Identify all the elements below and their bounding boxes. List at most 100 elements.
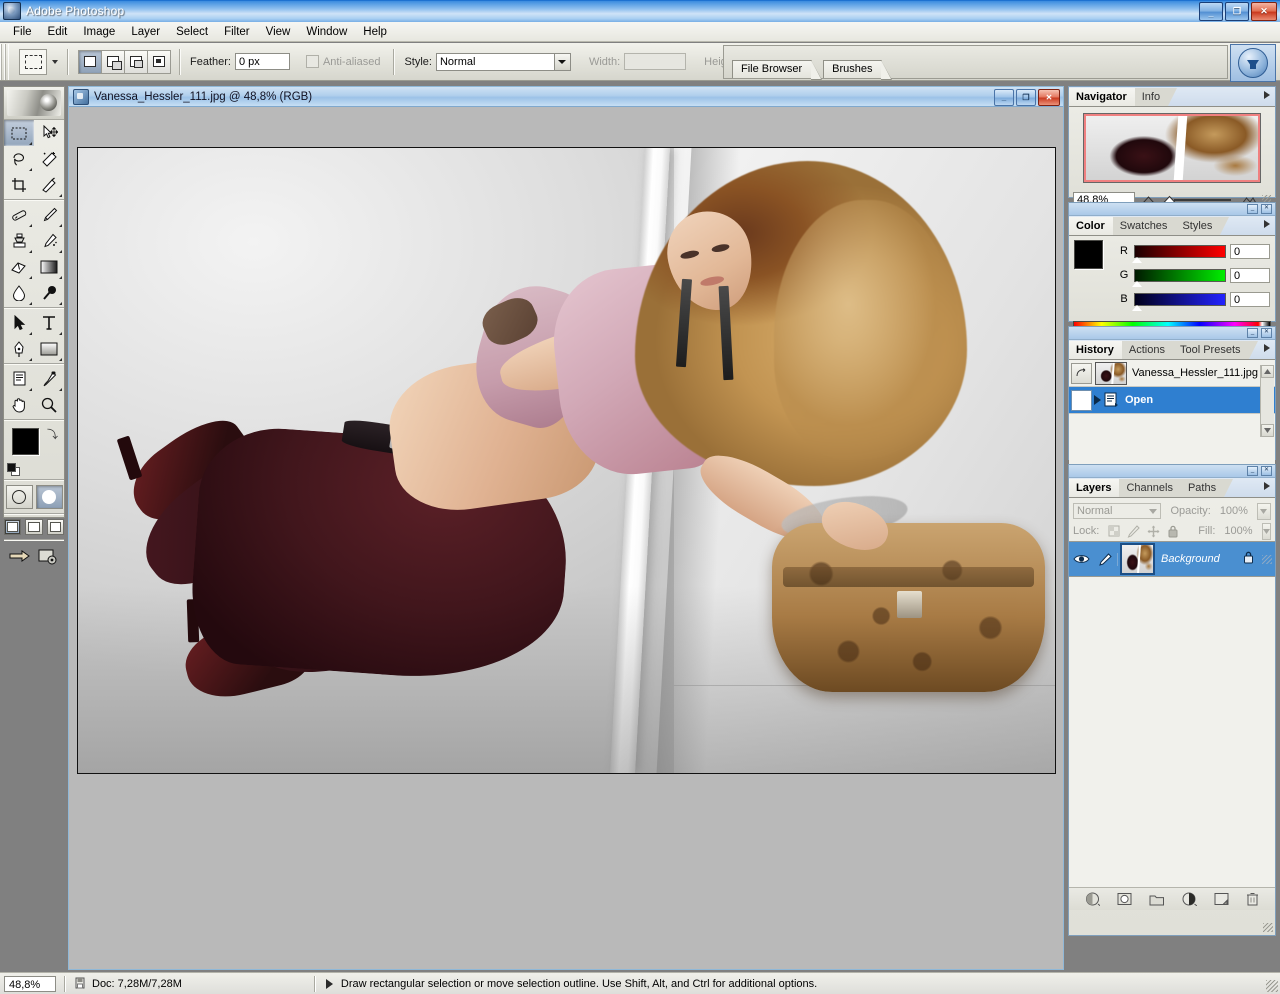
feather-input[interactable]: 0 px (234, 53, 290, 70)
new-adjustment-layer-icon[interactable] (1182, 892, 1197, 906)
tab-color[interactable]: Color (1069, 217, 1123, 236)
toolbox-header[interactable] (4, 87, 64, 120)
layer-scroll-arrow-icon[interactable] (1262, 554, 1272, 564)
status-menu-arrow-icon[interactable] (325, 978, 333, 989)
full-screen-mode-button[interactable] (46, 519, 64, 535)
fill-stepper[interactable] (1261, 522, 1271, 540)
tab-layers[interactable]: Layers (1069, 479, 1130, 498)
menu-image[interactable]: Image (75, 24, 123, 40)
green-slider[interactable] (1132, 268, 1226, 287)
red-slider[interactable] (1132, 244, 1226, 263)
opacity-value[interactable]: 100% (1220, 505, 1248, 517)
eyedropper-tool[interactable] (34, 366, 64, 392)
tab-tool-presets[interactable]: Tool Presets (1172, 341, 1259, 360)
history-brush-tool[interactable] (34, 228, 64, 254)
tab-navigator[interactable]: Navigator (1069, 88, 1145, 107)
color-close-button[interactable]: ✕ (1261, 204, 1272, 214)
lasso-tool[interactable] (4, 146, 34, 172)
blur-tool[interactable] (4, 280, 34, 306)
history-source-toggle[interactable] (1071, 362, 1092, 384)
clone-stamp-tool[interactable] (4, 228, 34, 254)
layer-style-icon[interactable] (1085, 892, 1100, 906)
tab-info[interactable]: Info (1134, 88, 1179, 107)
canvas-area[interactable] (69, 107, 1063, 969)
edit-in-imageready-icon[interactable] (37, 546, 60, 566)
close-button[interactable]: ✕ (1251, 2, 1277, 21)
history-snapshot-row[interactable]: Vanessa_Hessler_111.jpg (1069, 360, 1275, 387)
image-canvas[interactable] (77, 147, 1056, 774)
history-scroll-up-icon[interactable] (1261, 365, 1274, 378)
menu-file[interactable]: File (5, 24, 40, 40)
slice-tool[interactable] (34, 172, 64, 198)
path-selection-tool[interactable] (4, 310, 34, 336)
healing-brush-tool[interactable] (4, 202, 34, 228)
document-close-button[interactable]: ✕ (1038, 89, 1060, 106)
move-tool[interactable] (34, 120, 64, 146)
blend-mode-select[interactable]: Normal (1073, 503, 1162, 519)
palette-well-tab-file-browser[interactable]: File Browser (732, 60, 823, 80)
menu-help[interactable]: Help (355, 24, 395, 40)
foreground-color-swatch[interactable] (12, 428, 39, 455)
tab-swatches[interactable]: Swatches (1112, 217, 1186, 236)
tab-actions[interactable]: Actions (1121, 341, 1183, 360)
color-menu-icon[interactable] (1264, 220, 1270, 228)
intersect-with-selection-button[interactable] (147, 49, 171, 74)
tool-preset-chevron-down-icon[interactable] (52, 59, 58, 64)
lock-image-pixels-icon[interactable] (1127, 524, 1141, 538)
menu-window[interactable]: Window (298, 24, 355, 40)
eraser-tool[interactable] (4, 254, 34, 280)
menu-layer[interactable]: Layer (123, 24, 168, 40)
layer-row-background[interactable]: Background (1069, 541, 1275, 577)
brush-tool[interactable] (34, 202, 64, 228)
layers-menu-icon[interactable] (1264, 482, 1270, 490)
color-foreground-swatch[interactable] (1074, 240, 1103, 269)
history-scrollbar[interactable] (1260, 365, 1274, 437)
layers-collapse-button[interactable]: _ (1247, 466, 1258, 476)
history-close-button[interactable]: ✕ (1261, 328, 1272, 338)
hand-tool[interactable] (4, 392, 34, 418)
history-state-row[interactable]: Open (1069, 387, 1275, 414)
new-selection-button[interactable] (78, 49, 102, 74)
layer-thumbnail[interactable] (1120, 543, 1155, 575)
layers-close-button[interactable]: ✕ (1261, 466, 1272, 476)
menu-edit[interactable]: Edit (40, 24, 76, 40)
pen-tool[interactable] (4, 336, 34, 362)
standard-screen-mode-button[interactable] (4, 519, 22, 535)
lock-transparent-pixels-icon[interactable] (1108, 525, 1120, 537)
jump-to-imageready-button[interactable] (1230, 44, 1276, 82)
red-input[interactable]: 0 (1230, 243, 1270, 259)
minimize-button[interactable]: _ (1199, 2, 1223, 21)
layer-visibility-toggle[interactable] (1069, 553, 1093, 565)
quick-mask-mode-button[interactable] (35, 485, 63, 509)
palette-well-tab-brushes[interactable]: Brushes (823, 60, 893, 80)
fill-value[interactable]: 100% (1224, 525, 1252, 537)
layer-name[interactable]: Background (1161, 553, 1243, 565)
new-layer-icon[interactable] (1214, 892, 1229, 906)
swap-colors-icon[interactable]: ⤵ (47, 426, 58, 442)
subtract-from-selection-button[interactable] (124, 49, 148, 74)
navigator-thumbnail[interactable] (1083, 113, 1261, 183)
menu-select[interactable]: Select (168, 24, 216, 40)
width-input[interactable] (624, 53, 687, 70)
new-group-icon[interactable] (1149, 893, 1165, 906)
layer-mask-icon[interactable] (1117, 892, 1132, 906)
menu-view[interactable]: View (258, 24, 299, 40)
blue-slider[interactable] (1132, 292, 1226, 311)
color-collapse-button[interactable]: _ (1247, 204, 1258, 214)
rectangle-shape-tool[interactable] (34, 336, 64, 362)
gradient-tool[interactable] (34, 254, 64, 280)
navigator-menu-icon[interactable] (1264, 91, 1270, 99)
default-colors-icon[interactable] (7, 463, 20, 476)
type-tool[interactable] (34, 310, 64, 336)
blue-input[interactable]: 0 (1230, 291, 1270, 307)
menu-filter[interactable]: Filter (216, 24, 258, 40)
dodge-tool[interactable] (34, 280, 64, 306)
document-title-bar[interactable]: Vanessa_Hessler_111.jpg @ 48,8% (RGB) _ … (69, 87, 1063, 107)
current-tool-preview[interactable] (19, 48, 47, 75)
add-to-selection-button[interactable] (101, 49, 125, 74)
lock-position-icon[interactable] (1147, 525, 1160, 538)
layers-resize-grip[interactable] (1263, 923, 1273, 932)
status-zoom-input[interactable]: 48,8% (4, 975, 56, 992)
style-select[interactable]: Normal (435, 52, 571, 71)
lock-all-icon[interactable] (1167, 525, 1179, 538)
